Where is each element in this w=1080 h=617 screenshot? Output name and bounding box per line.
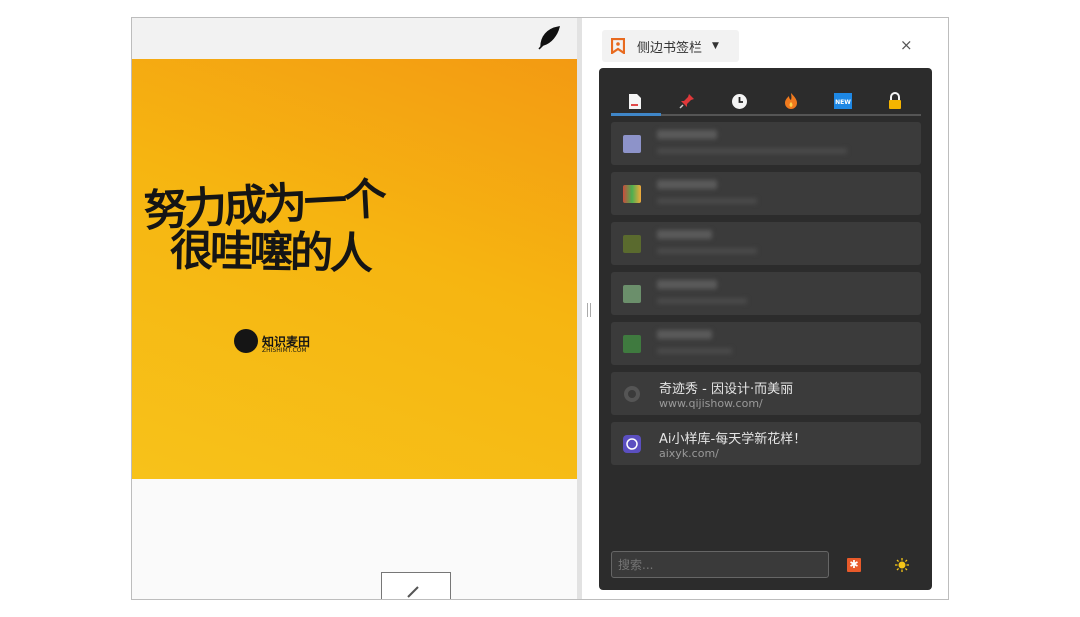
bookmark-item-blurred[interactable]	[611, 122, 921, 165]
bookmark-title: Ai小样库-每天学新花样！	[659, 432, 807, 447]
bookmark-title: 奇迹秀 - 因设计·而美丽	[659, 382, 794, 397]
redacted-url	[657, 348, 732, 354]
tab-locked[interactable]	[869, 86, 921, 116]
poster-line-2: 很哇噻的人	[169, 225, 371, 280]
poster-image: 努力成为一个 很哇噻的人 知识麦田 ZHISHIMT.COM	[132, 59, 577, 479]
bookmark-list: 奇迹秀 - 因设计·而美丽 www.qijishow.com/ Ai小样库-每天…	[611, 122, 921, 472]
edit-button[interactable]	[381, 572, 451, 599]
bookmark-item-blurred[interactable]	[611, 272, 921, 315]
bookmark-item-blurred[interactable]	[611, 172, 921, 215]
active-tab-indicator	[611, 113, 661, 116]
lock-icon	[889, 92, 901, 109]
site-favicon-icon	[623, 135, 641, 153]
resize-grip-icon[interactable]	[587, 303, 591, 317]
clock-icon	[731, 93, 747, 109]
redacted-title	[657, 130, 717, 139]
sidebar-title: 侧边书签栏	[637, 40, 703, 56]
page-icon	[629, 93, 641, 109]
bookmark-icon	[611, 38, 625, 54]
sidebar-selector[interactable]: 侧边书签栏 ▼	[602, 30, 739, 62]
bookmark-url: aixyk.com/	[659, 447, 719, 460]
tab-new[interactable]: NEW	[817, 86, 869, 116]
fire-icon	[785, 93, 797, 109]
new-icon: NEW	[834, 93, 852, 109]
pin-icon	[679, 94, 694, 109]
bookmark-item[interactable]: Ai小样库-每天学新花样！ aixyk.com/	[611, 422, 921, 465]
search-input[interactable]	[611, 551, 829, 578]
redacted-url	[657, 198, 757, 204]
site-favicon-icon	[623, 185, 641, 203]
star-button[interactable]: ✱	[847, 558, 861, 572]
bookmark-url: www.qijishow.com/	[659, 397, 763, 410]
web-page: 努力成为一个 很哇噻的人 知识麦田 ZHISHIMT.COM	[132, 18, 577, 599]
app-frame: 努力成为一个 很哇噻的人 知识麦田 ZHISHIMT.COM 侧边书签栏 ▼ ×	[131, 17, 949, 600]
redacted-url	[657, 248, 757, 254]
tab-hot[interactable]	[765, 86, 817, 116]
site-favicon-icon	[623, 235, 641, 253]
close-icon[interactable]: ×	[900, 36, 913, 54]
page-content-area	[132, 479, 577, 599]
globe-icon	[624, 386, 640, 402]
tab-page[interactable]	[609, 86, 661, 116]
tab-recent[interactable]	[713, 86, 765, 116]
site-logo-icon	[623, 435, 641, 453]
tab-pinned[interactable]	[661, 86, 713, 116]
feather-icon[interactable]	[535, 25, 561, 51]
pane-divider[interactable]	[577, 18, 582, 599]
redacted-title	[657, 230, 712, 239]
bookmark-item[interactable]: 奇迹秀 - 因设计·而美丽 www.qijishow.com/	[611, 372, 921, 415]
brand-logo-icon	[234, 329, 258, 353]
bookmark-tabs: NEW	[599, 86, 932, 116]
sun-icon[interactable]	[895, 558, 909, 572]
bookmark-item-blurred[interactable]	[611, 222, 921, 265]
poster-headline: 努力成为一个 很哇噻的人	[143, 174, 404, 280]
caret-down-icon: ▼	[712, 41, 719, 51]
redacted-url	[657, 148, 847, 154]
redacted-title	[657, 180, 717, 189]
site-favicon-icon	[623, 285, 641, 303]
brand-subtitle: ZHISHIMT.COM	[262, 347, 307, 354]
redacted-url	[657, 298, 747, 304]
redacted-title	[657, 280, 717, 289]
bookmark-item-blurred[interactable]	[611, 322, 921, 365]
bookmark-panel: NEW 奇迹秀 - 因设计·而美丽 www.qijishow.com/ Ai小样…	[599, 68, 932, 590]
brush-icon	[407, 586, 419, 598]
site-favicon-icon	[623, 335, 641, 353]
redacted-title	[657, 330, 712, 339]
page-toolbar	[132, 18, 577, 59]
svg-text:NEW: NEW	[835, 99, 851, 106]
